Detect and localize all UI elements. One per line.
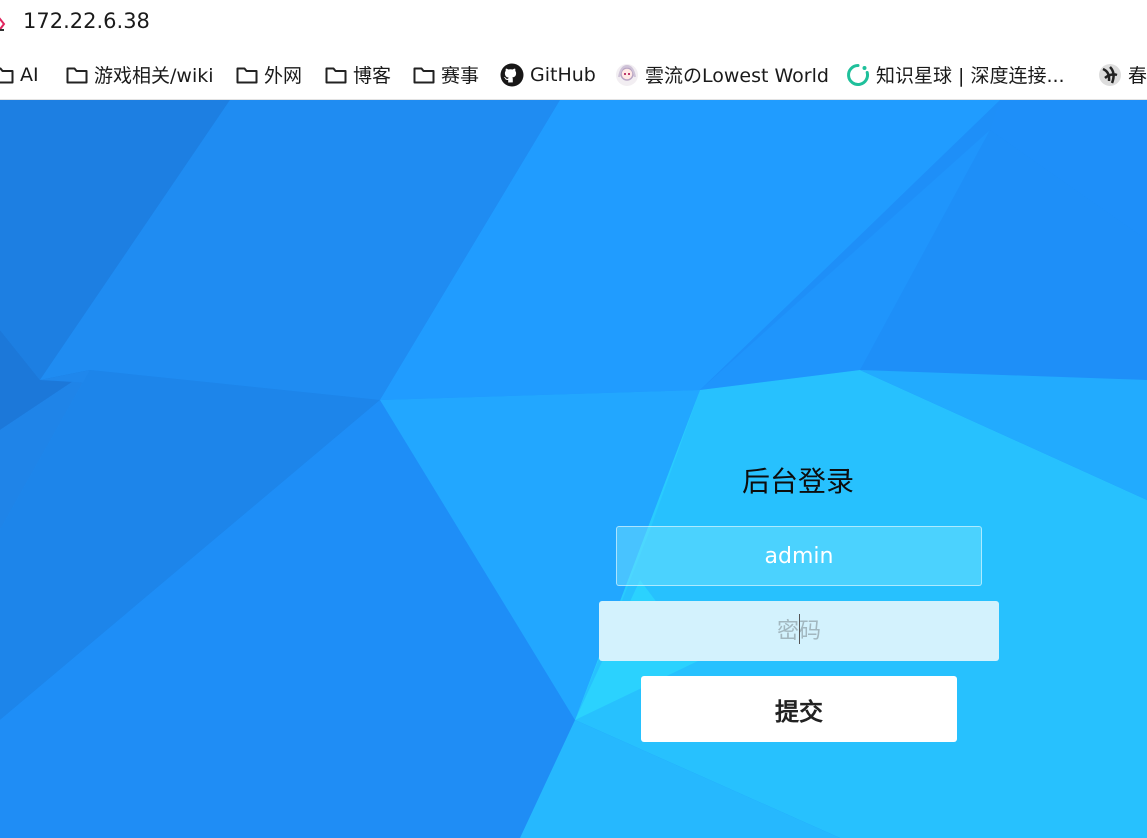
bookmark-label: AI xyxy=(20,63,39,86)
bookmark-external[interactable]: 外网 xyxy=(236,50,302,99)
bookmark-game-wiki[interactable]: 游戏相关/wiki xyxy=(66,50,214,99)
folder-icon xyxy=(236,67,258,83)
bookmark-chun[interactable]: 春 xyxy=(1098,50,1147,99)
bookmark-label: 赛事 xyxy=(441,65,480,87)
bookmark-ai[interactable]: AI xyxy=(0,50,39,99)
folder-icon xyxy=(66,67,88,83)
site-icon xyxy=(1099,63,1121,86)
login-page: 后台登录 提交 xyxy=(0,100,1147,838)
bookmark-label: 春 xyxy=(1128,65,1147,87)
github-icon xyxy=(500,63,524,86)
username-field[interactable] xyxy=(616,526,982,586)
text-caret xyxy=(799,614,800,644)
bookmark-blog[interactable]: 博客 xyxy=(325,50,391,99)
bookmark-label: GitHub xyxy=(530,63,596,86)
submit-button[interactable]: 提交 xyxy=(641,676,957,742)
bookmark-label: 外网 xyxy=(264,65,303,87)
bookmark-zsxq[interactable]: 知识星球 | 深度连接... xyxy=(846,50,1065,99)
bookmark-label: 知识星球 | 深度连接... xyxy=(876,65,1065,87)
zsxq-icon xyxy=(847,63,870,86)
low-poly-background xyxy=(0,100,1147,838)
site-favicon-icon xyxy=(0,17,6,31)
bookmark-label: 博客 xyxy=(353,65,392,87)
avatar-icon xyxy=(616,63,638,86)
login-title: 后台登录 xyxy=(741,465,854,498)
bookmark-label: 雲流のLowest World xyxy=(645,65,829,87)
folder-icon xyxy=(0,67,14,83)
bookmarks-bar: AI 游戏相关/wiki 外网 博客 赛事 GitHub 雲流のLowest W… xyxy=(0,50,1147,100)
bookmark-label: 游戏相关/wiki xyxy=(94,65,214,87)
bookmark-contest[interactable]: 赛事 xyxy=(413,50,479,99)
bookmark-github[interactable]: GitHub xyxy=(500,50,596,99)
url-text[interactable]: 172.22.6.38 xyxy=(23,9,150,33)
bookmark-yunliu[interactable]: 雲流のLowest World xyxy=(615,50,829,99)
address-bar: 172.22.6.38 xyxy=(0,0,1147,50)
folder-icon xyxy=(413,67,435,83)
folder-icon xyxy=(325,67,347,83)
